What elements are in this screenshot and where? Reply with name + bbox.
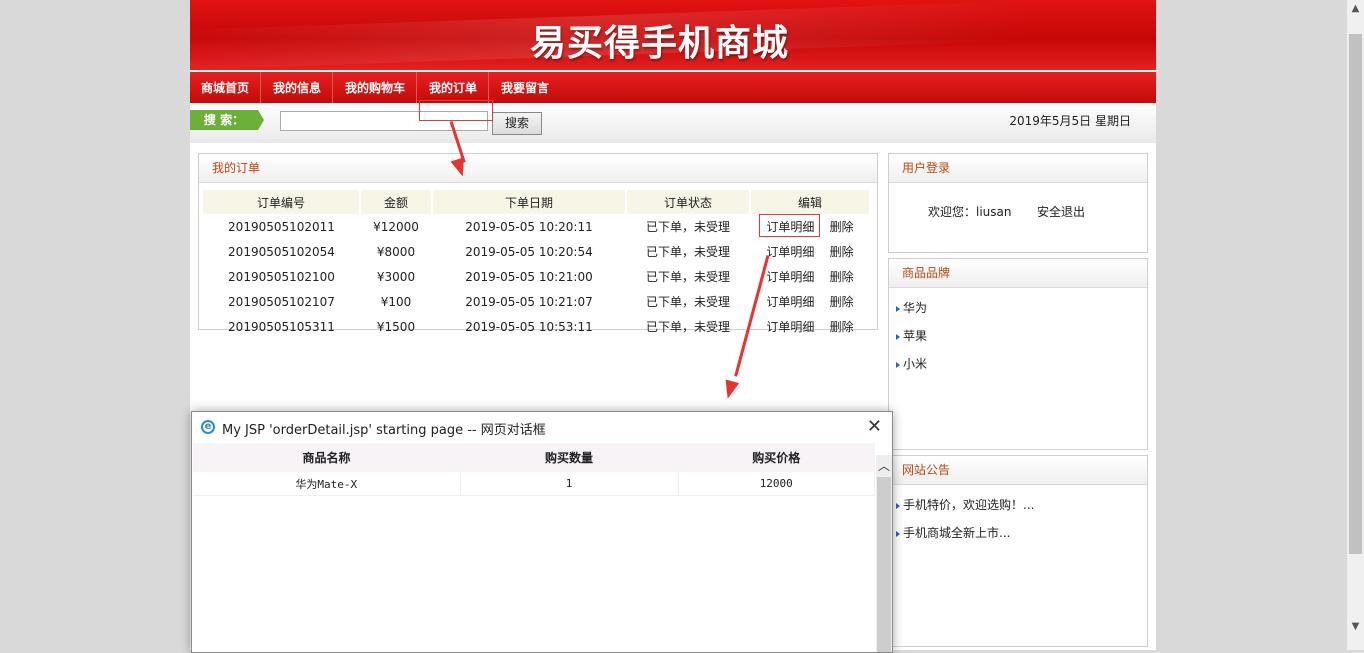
brand-item-huawei[interactable]: 华为 — [889, 294, 1147, 322]
search-bar: 搜 索： 搜索 2019年5月5日 星期日 — [190, 103, 1156, 143]
highlight-order-detail-box — [759, 214, 820, 237]
order-detail-link[interactable]: 订单明细 — [766, 245, 814, 259]
detail-header-row: 商品名称 购买数量 购买价格 — [193, 443, 875, 472]
col-order-date: 下单日期 — [432, 190, 627, 214]
order-delete-link[interactable]: 删除 — [830, 295, 854, 309]
order-id: 20190505105311 — [228, 319, 335, 334]
notice-panel-title: 网站公告 — [889, 456, 1147, 485]
product-name: 华为Mate-X — [193, 472, 461, 496]
order-actions: 订单明细 删除 — [750, 289, 870, 314]
col-amount: 金额 — [360, 190, 433, 214]
order-status: 已下单，未受理 — [645, 295, 730, 309]
order-status: 已下单，未受理 — [645, 270, 730, 284]
table-row: 20190505105311 ¥1500 2019-05-05 10:53:11… — [203, 314, 870, 339]
nav-item-my-orders[interactable]: 我的订单 — [418, 72, 490, 103]
ie-icon: e — [201, 420, 215, 434]
table-row: 20190505102107 ¥100 2019-05-05 10:21:07 … — [203, 289, 870, 314]
order-actions: 订单明细 删除 — [750, 314, 870, 339]
order-detail-link[interactable]: 订单明细 — [766, 295, 814, 309]
order-date: 2019-05-05 10:21:07 — [465, 294, 593, 309]
table-row: 20190505102054 ¥8000 2019-05-05 10:20:54… — [203, 239, 870, 264]
order-delete-link[interactable]: 删除 — [830, 320, 854, 334]
page-scrollbar[interactable]: ▲ ▼ — [1347, 0, 1364, 650]
scroll-down-icon[interactable]: ▼ — [1347, 618, 1364, 635]
dialog-scrollbar-thumb[interactable] — [877, 477, 891, 652]
logout-link[interactable]: 安全退出 — [1037, 203, 1085, 220]
nav-item-cart[interactable]: 我的购物车 — [334, 72, 418, 103]
brand-item-apple[interactable]: 苹果 — [889, 322, 1147, 350]
orders-panel: 我的订单 订单编号 金额 下单日期 订单状态 编辑 20190505102011… — [198, 153, 878, 334]
order-status: 已下单，未受理 — [645, 245, 730, 259]
notice-item[interactable]: 手机特价，欢迎选购！... — [889, 491, 1147, 519]
col-price: 购买价格 — [678, 443, 875, 472]
nav-item-home[interactable]: 商城首页 — [190, 72, 262, 103]
order-id: 20190505102011 — [228, 219, 335, 234]
dialog-title: My JSP 'orderDetail.jsp' starting page -… — [222, 423, 546, 438]
col-order-id: 订单编号 — [203, 190, 361, 214]
nav-item-my-info[interactable]: 我的信息 — [262, 72, 334, 103]
order-id: 20190505102054 — [228, 244, 335, 259]
order-status: 已下单，未受理 — [645, 320, 730, 334]
notice-panel: 网站公告 手机特价，欢迎选购！... 手机商城全新上市... — [888, 455, 1148, 647]
welcome-text: 欢迎您：liusan — [928, 205, 1012, 219]
order-date: 2019-05-05 10:53:11 — [465, 319, 593, 334]
dialog-scrollbar[interactable]: ︿ — [876, 455, 892, 652]
order-delete-link[interactable]: 删除 — [830, 220, 854, 234]
dialog-body: 商品名称 购买数量 购买价格 华为Mate-X 1 12000 — [193, 443, 876, 651]
site-banner: 易买得手机商城 — [190, 0, 1156, 70]
order-detail-dialog: e My JSP 'orderDetail.jsp' starting page… — [191, 411, 893, 653]
order-detail-link[interactable]: 订单明细 — [766, 320, 814, 334]
order-amount: ¥100 — [380, 294, 412, 309]
order-delete-link[interactable]: 删除 — [830, 245, 854, 259]
search-button[interactable]: 搜索 — [492, 112, 542, 135]
order-id: 20190505102107 — [228, 294, 335, 309]
table-row: 20190505102100 ¥3000 2019-05-05 10:21:00… — [203, 264, 870, 289]
order-actions: 订单明细 删除 — [750, 264, 870, 289]
order-date: 2019-05-05 10:21:00 — [465, 269, 593, 284]
order-detail-link[interactable]: 订单明细 — [766, 270, 814, 284]
product-qty: 1 — [460, 472, 679, 496]
order-status: 已下单，未受理 — [645, 220, 730, 234]
main-nav: 商城首页 我的信息 我的购物车 我的订单 我要留言 — [190, 72, 1156, 103]
brands-panel-title: 商品品牌 — [889, 259, 1147, 288]
order-date: 2019-05-05 10:20:11 — [465, 219, 593, 234]
order-detail-table: 商品名称 购买数量 购买价格 华为Mate-X 1 12000 — [193, 443, 875, 496]
orders-panel-title: 我的订单 — [199, 154, 877, 183]
close-icon[interactable]: ✕ — [867, 416, 882, 437]
col-product-name: 商品名称 — [193, 443, 460, 472]
order-amount: ¥3000 — [376, 269, 416, 284]
table-row: 华为Mate-X 1 12000 — [193, 472, 875, 496]
notice-item[interactable]: 手机商城全新上市... — [889, 519, 1147, 547]
nav-item-message[interactable]: 我要留言 — [490, 72, 560, 103]
brand-item-xiaomi[interactable]: 小米 — [889, 350, 1147, 378]
order-delete-link[interactable]: 删除 — [830, 270, 854, 284]
login-panel-title: 用户登录 — [889, 154, 1147, 183]
order-amount: ¥1500 — [376, 319, 416, 334]
orders-header-row: 订单编号 金额 下单日期 订单状态 编辑 — [203, 190, 871, 214]
highlight-my-orders-box — [419, 100, 493, 121]
site-title: 易买得手机商城 — [530, 23, 790, 64]
order-amount: ¥12000 — [373, 219, 419, 234]
order-id: 20190505102100 — [228, 269, 335, 284]
brand-list: 华为 苹果 小米 — [889, 288, 1147, 378]
dialog-titlebar[interactable]: e My JSP 'orderDetail.jsp' starting page… — [192, 412, 892, 443]
login-panel: 用户登录 欢迎您：liusan 安全退出 — [888, 153, 1148, 253]
orders-table: 订单编号 金额 下单日期 订单状态 编辑 20190505102011 ¥120… — [203, 190, 871, 339]
chevron-up-icon[interactable]: ︿ — [876, 455, 892, 475]
col-status: 订单状态 — [626, 190, 751, 214]
col-quantity: 购买数量 — [460, 443, 678, 472]
brands-panel: 商品品牌 华为 苹果 小米 — [888, 258, 1148, 450]
scrollbar-thumb[interactable] — [1349, 34, 1362, 554]
col-edit: 编辑 — [750, 190, 871, 214]
scroll-up-icon[interactable]: ▲ — [1347, 0, 1364, 17]
order-date: 2019-05-05 10:20:54 — [465, 244, 593, 259]
current-date: 2019年5月5日 星期日 — [1009, 114, 1131, 128]
order-amount: ¥8000 — [376, 244, 416, 259]
notice-list: 手机特价，欢迎选购！... 手机商城全新上市... — [889, 485, 1147, 547]
product-price: 12000 — [678, 472, 875, 496]
search-label: 搜 索： — [190, 110, 264, 130]
